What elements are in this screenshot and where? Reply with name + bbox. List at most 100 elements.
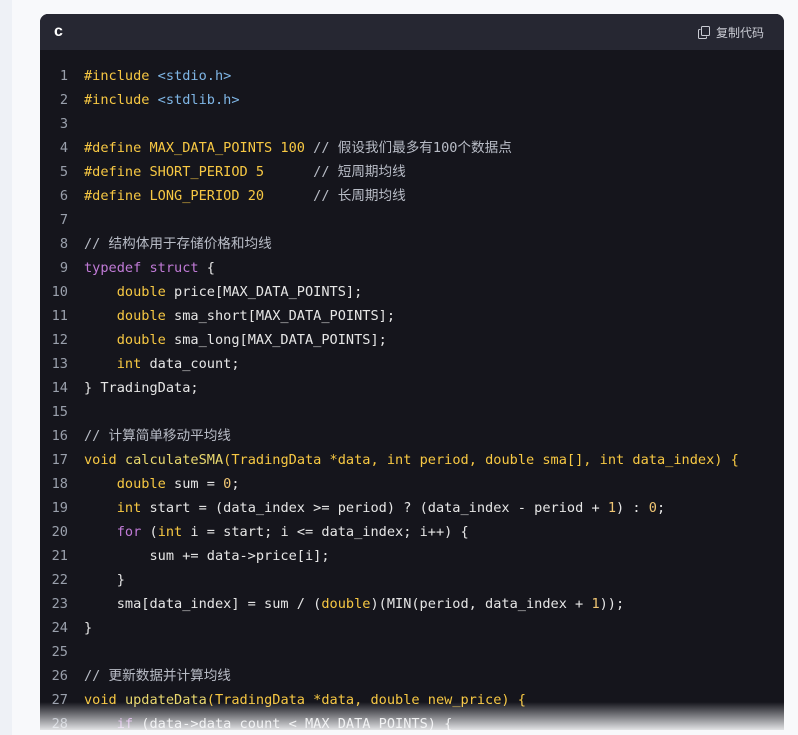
line-number: 14 <box>51 380 68 396</box>
code-token: new_price) { <box>419 692 526 708</box>
line-number: 2 <box>59 92 68 108</box>
line-number: 16 <box>51 428 68 444</box>
code-line: 7 <box>40 208 784 232</box>
code-token: calculateSMA <box>124 452 224 468</box>
line-code: void updateData(TradingData *data, doubl… <box>84 688 526 712</box>
code-token: } TradingData; <box>84 380 199 396</box>
code-line: 15 <box>40 400 784 424</box>
code-token: double <box>116 332 166 348</box>
code-token: sma_short[MAX_DATA_POINTS]; <box>165 308 396 324</box>
code-token: SHORT_PERIOD 5 <box>149 164 314 180</box>
code-token: ( <box>141 524 158 540</box>
code-line: 17 void calculateSMA(TradingData *data, i… <box>40 448 784 472</box>
code-line: 13 int data_count; <box>40 352 784 376</box>
line-number: 18 <box>51 476 68 492</box>
code-token: #include <box>84 68 158 84</box>
code-line: 25 <box>40 640 784 664</box>
line-number: 12 <box>51 332 68 348</box>
code-token: } <box>84 620 93 636</box>
code-token: { <box>198 260 215 276</box>
line-number: 23 <box>51 596 68 612</box>
code-token: #define <box>84 164 150 180</box>
line-code: #include <stdio.h> <box>84 64 231 88</box>
code-line: 10 double price[MAX_DATA_POINTS]; <box>40 280 784 304</box>
line-number: 28 <box>51 716 68 730</box>
line-number: 1 <box>59 68 68 84</box>
code-token: updateData <box>124 692 207 708</box>
code-line: 19 int start = (data_index >= period) ? … <box>40 496 784 520</box>
code-token: )); <box>599 596 625 612</box>
code-token: // 计算简单移动平均线 <box>84 428 231 444</box>
code-language-label: c <box>54 23 63 40</box>
line-number: 4 <box>59 140 68 156</box>
line-code: #define SHORT_PERIOD 5 // 短周期均线 <box>84 160 406 184</box>
code-block: c 复制代码 1 #include <stdio.h> 2 #include <std… <box>40 14 784 730</box>
code-token: sum = <box>165 476 224 492</box>
code-token: price[MAX_DATA_POINTS]; <box>165 284 363 300</box>
line-code: int data_count; <box>84 352 240 376</box>
code-token: double <box>116 284 166 300</box>
line-number: 21 <box>51 548 68 564</box>
line-number: 26 <box>51 668 68 684</box>
code-line: 4 #define MAX_DATA_POINTS 100 // 假设我们最多有1… <box>40 136 784 160</box>
line-code: } TradingData; <box>84 376 199 400</box>
line-number: 19 <box>51 500 68 516</box>
line-code: void calculateSMA(TradingData *data, int… <box>84 448 739 472</box>
line-number: 6 <box>59 188 68 204</box>
code-token: sma[], <box>534 452 600 468</box>
code-line: 5 #define SHORT_PERIOD 5 // 短周期均线 <box>40 160 784 184</box>
code-token: int <box>157 524 183 540</box>
code-token: )(MIN(period, data_index + <box>370 596 592 612</box>
code-token: #include <box>84 92 158 108</box>
code-token: <stdlib.h> <box>157 92 240 108</box>
code-token: sum += data->price[i]; <box>84 548 330 564</box>
code-token: i = start; i <= data_index; i++) { <box>182 524 469 540</box>
line-code: double sum = 0; <box>84 472 240 496</box>
code-line: 1 #include <stdio.h> <box>40 64 784 88</box>
line-code: } <box>84 568 125 592</box>
line-code: double sma_short[MAX_DATA_POINTS]; <box>84 304 395 328</box>
code-line: 3 <box>40 112 784 136</box>
copy-code-button[interactable]: 复制代码 <box>697 24 764 41</box>
code-token: sma_long[MAX_DATA_POINTS]; <box>165 332 387 348</box>
line-number: 24 <box>51 620 68 636</box>
line-number: 5 <box>59 164 68 180</box>
code-token: #define <box>84 140 150 156</box>
code-token: double <box>321 596 371 612</box>
line-code: #define MAX_DATA_POINTS 100 // 假设我们最多有10… <box>84 136 512 160</box>
code-token: int <box>386 452 412 468</box>
code-line: 8 // 结构体用于存储价格和均线 <box>40 232 784 256</box>
copy-code-label: 复制代码 <box>715 25 764 40</box>
line-code: int start = (data_index >= period) ? (da… <box>84 496 665 520</box>
line-code: // 结构体用于存储价格和均线 <box>84 232 272 256</box>
code-token: MAX_DATA_POINTS 100 <box>149 140 314 156</box>
code-line: 20 for (int i = start; i <= data_index; … <box>40 520 784 544</box>
line-code: double sma_long[MAX_DATA_POINTS]; <box>84 328 387 352</box>
code-token: #define <box>84 188 150 204</box>
line-number: 20 <box>51 524 68 540</box>
code-line: 16 // 计算简单移动平均线 <box>40 424 784 448</box>
code-token: // 长周期均线 <box>313 188 406 204</box>
code-token: // 短周期均线 <box>313 164 406 180</box>
line-number: 22 <box>51 572 68 588</box>
code-token: ; <box>231 476 240 492</box>
code-token: (data->data_count < MAX_DATA_POINTS) { <box>133 716 453 730</box>
code-header: c 复制代码 <box>40 14 784 50</box>
code-line: 9 typedef struct { <box>40 256 784 280</box>
code-line: 24} <box>40 616 784 640</box>
code-line: 23 sma[data_index] = sum / (double)(MIN(… <box>40 592 784 616</box>
code-token: if <box>116 716 134 730</box>
code-line: 28 if (data->data_count < MAX_DATA_POINT… <box>40 712 784 730</box>
line-code: // 更新数据并计算均线 <box>84 664 231 688</box>
line-number: 8 <box>59 236 68 252</box>
line-number: 27 <box>51 692 68 708</box>
code-token: ; <box>656 500 666 516</box>
code-token: for <box>116 524 142 540</box>
line-code: } <box>84 616 92 640</box>
